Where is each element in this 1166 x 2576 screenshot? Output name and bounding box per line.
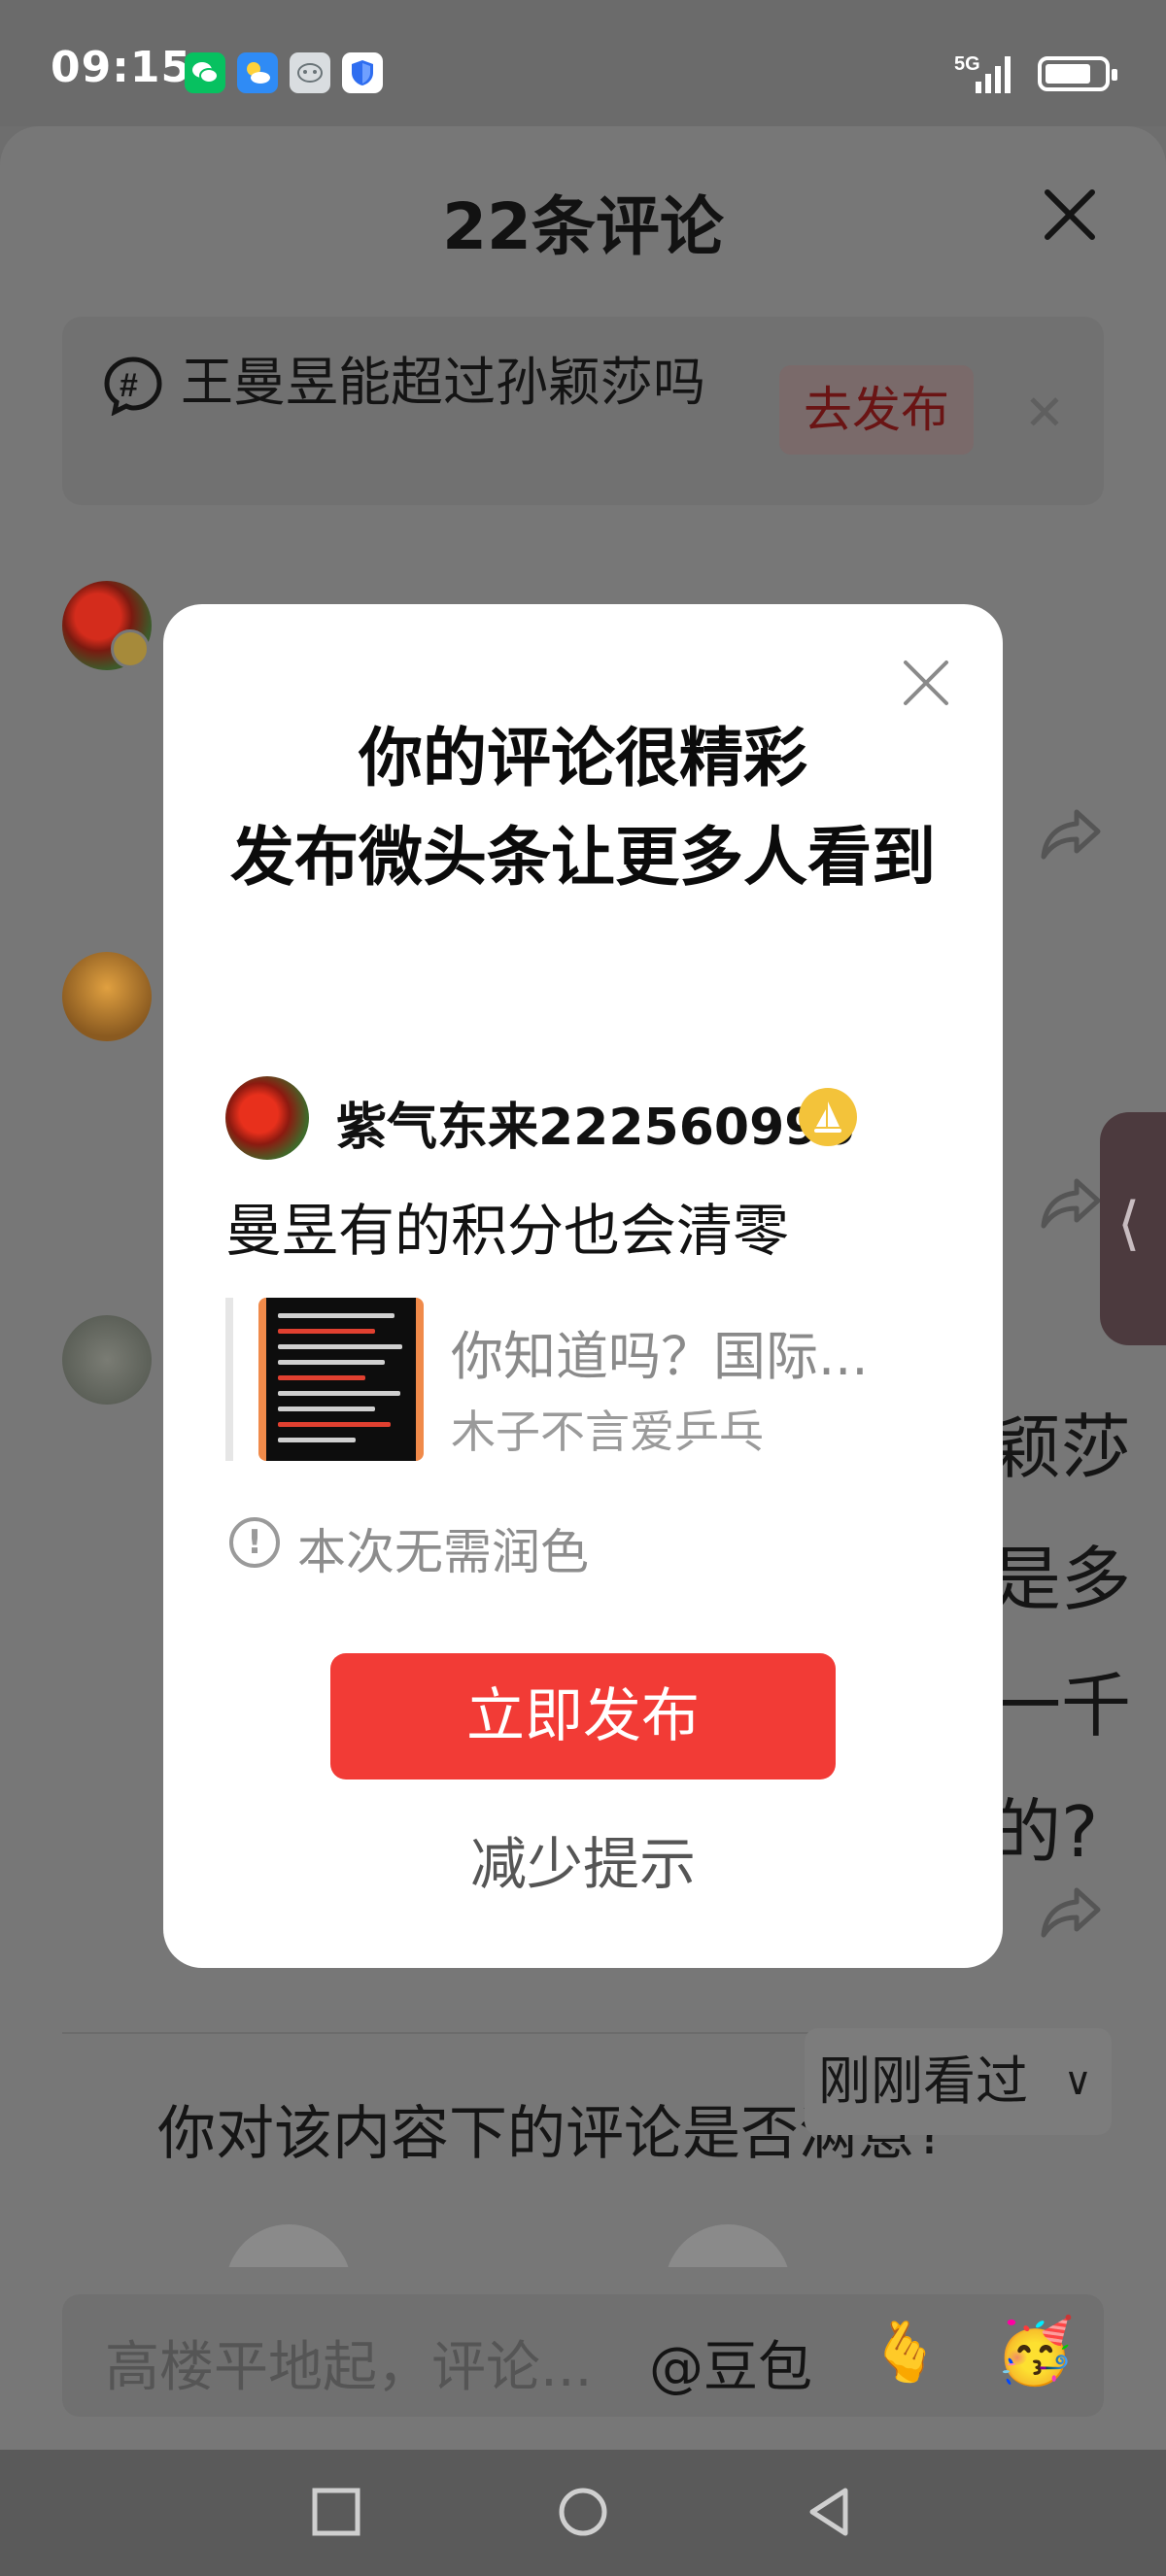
quoted-article-author: 木子不言爱乒乓: [451, 1406, 764, 1458]
wechat-icon: [185, 52, 225, 93]
quoted-article-title: 你知道吗？国际...: [451, 1326, 869, 1387]
topic-text: 王曼昱能超过孙颖莎吗: [181, 352, 705, 413]
modal-title-line2: 发布微头条让更多人看到: [230, 820, 936, 895]
modal-title-line1: 你的评论很精彩: [359, 721, 807, 796]
shield-icon: [342, 52, 383, 93]
recently-viewed-label: 刚刚看过: [818, 2051, 1028, 2112]
comment-input-placeholder: 高楼平地起，评论...: [105, 2336, 593, 2399]
comment-input-bar: 高楼平地起，评论... @豆包 🫰 🥳: [0, 2267, 1166, 2450]
back-icon[interactable]: [803, 2485, 857, 2539]
side-drawer-tab[interactable]: ⟨: [1100, 1112, 1166, 1345]
comment-count-title: 22条评论: [442, 189, 724, 264]
modal-title: 你的评论很精彩 发布微头条让更多人看到: [222, 709, 944, 907]
topic-dismiss-icon[interactable]: ✕: [1024, 385, 1065, 441]
quote-bar: [225, 1298, 233, 1461]
comment-text-fragment: 的?: [991, 1791, 1099, 1873]
publish-now-button[interactable]: 立即发布: [330, 1653, 836, 1779]
share-icon[interactable]: [1040, 1175, 1102, 1232]
signal-icon: 5G: [954, 53, 1011, 93]
post-username: 紫气东来222560996: [336, 1099, 855, 1157]
mention-doubao-button[interactable]: @豆包: [649, 2323, 812, 2402]
finger-heart-emoji-icon[interactable]: 🫰: [869, 2318, 942, 2387]
avatar-badge-icon: [111, 629, 150, 668]
info-icon: !: [229, 1517, 280, 1568]
user-avatar: [225, 1076, 309, 1160]
comment-input[interactable]: 高楼平地起，评论... @豆包 🫰 🥳: [62, 2294, 1104, 2417]
clock: 09:15: [51, 43, 192, 92]
post-comment-text: 曼昱有的积分也会清零: [225, 1198, 790, 1264]
topic-publish-button[interactable]: 去发布: [779, 365, 974, 455]
system-nav-bar: [0, 2450, 1166, 2576]
weather-icon: [237, 52, 278, 93]
chevron-left-icon: ⟨: [1117, 1190, 1141, 1258]
share-icon[interactable]: [1040, 806, 1102, 863]
comment-text-fragment: 一千: [991, 1665, 1132, 1746]
party-emoji-icon[interactable]: 🥳: [995, 2314, 1075, 2390]
comment-avatar[interactable]: [62, 1315, 152, 1405]
reduce-prompts-link[interactable]: 减少提示: [163, 1818, 1003, 1900]
chevron-down-icon: ∨: [1063, 2059, 1092, 2104]
topic-banner[interactable]: # 王曼昱能超过孙颖莎吗 去发布 ✕: [62, 317, 1104, 505]
close-icon[interactable]: [1040, 185, 1100, 245]
modal-close-icon[interactable]: [900, 657, 952, 709]
publish-prompt-modal: 你的评论很精彩 发布微头条让更多人看到 紫气东来222560996 曼昱有的积分…: [163, 604, 1003, 1968]
status-bar: 09:15 5G: [0, 0, 1166, 126]
polish-hint: 本次无需润色: [297, 1524, 589, 1580]
face-app-icon: [290, 52, 330, 93]
recents-icon[interactable]: [309, 2485, 363, 2539]
quoted-article-thumbnail: [258, 1298, 424, 1461]
sail-badge-icon: [799, 1088, 857, 1146]
comment-text-fragment: 是多: [991, 1539, 1132, 1620]
home-icon[interactable]: [556, 2485, 610, 2539]
recently-viewed-chip[interactable]: 刚刚看过 ∨: [805, 2028, 1112, 2135]
comment-text-fragment: 颖莎: [991, 1407, 1132, 1488]
battery-icon: [1038, 56, 1117, 91]
comment-avatar[interactable]: [62, 952, 152, 1041]
svg-text:5G: 5G: [954, 53, 980, 75]
share-icon[interactable]: [1040, 1884, 1102, 1941]
